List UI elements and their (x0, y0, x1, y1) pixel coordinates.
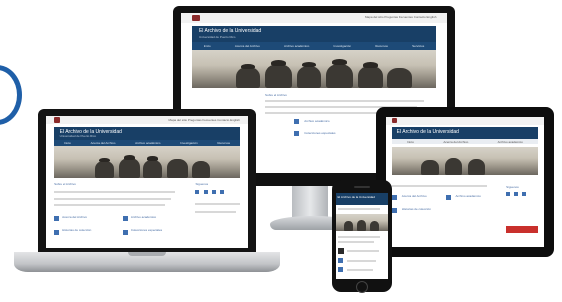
highlight-block[interactable] (506, 226, 538, 233)
university-crest-icon (191, 14, 200, 21)
main-nav: Inicio Acerca del Archivo Archivo académ… (191, 41, 437, 50)
site-title: El Archivo de la Universidad (198, 28, 262, 35)
university-crest-icon (54, 117, 61, 123)
top-links[interactable]: Mapa del sitio Preguntas frecuentes Cont… (365, 15, 436, 19)
hero-photo (54, 146, 240, 179)
hero-photo (336, 213, 388, 231)
site-banner: El Archivo de la Universidad (392, 127, 538, 140)
university-crest-icon (392, 118, 398, 124)
link-tile-icon[interactable] (294, 131, 300, 137)
site-banner: El Archivo de la Universidad Universidad… (54, 126, 240, 140)
phone-home-button (356, 281, 368, 293)
tablet-screen: El Archivo de la Universidad Inicio Acer… (386, 117, 544, 247)
site-banner: El Archivo de la Universidad Universidad… (191, 25, 437, 42)
site-banner: El Archivo de la Universidad (336, 193, 388, 206)
decorative-arc (0, 65, 22, 125)
monitor-stand (292, 186, 328, 220)
nav-item-archivo[interactable]: Archivo académico (284, 44, 309, 48)
nav-item-acerca[interactable]: Acerca del Archivo (235, 44, 260, 48)
nav-item-investigacion[interactable]: Investigación (334, 44, 352, 48)
link-tile-icon[interactable] (294, 119, 300, 125)
phone-screen: El Archivo de la Universidad (336, 193, 388, 279)
nav-item-recursos[interactable]: Recursos (375, 44, 388, 48)
hero-photo (392, 146, 538, 176)
main-nav: Inicio Acerca del Archivo Archivo académ… (54, 139, 240, 147)
phone-speaker (354, 186, 370, 188)
section-heading: Sobre el Archivo (265, 93, 287, 97)
nav-item-servicios[interactable]: Servicios (412, 44, 424, 48)
hero-photo (191, 49, 437, 89)
main-nav: Inicio Acerca del Archivo Archivo académ… (392, 139, 538, 145)
laptop-screen: Mapa del sitio Preguntas frecuentes Cont… (46, 116, 248, 248)
site-subtitle: Universidad de Puerto Rico (198, 35, 236, 40)
nav-item-inicio[interactable]: Inicio (204, 44, 211, 48)
social-label: Síguenos (506, 184, 519, 189)
laptop-notch (128, 252, 166, 256)
